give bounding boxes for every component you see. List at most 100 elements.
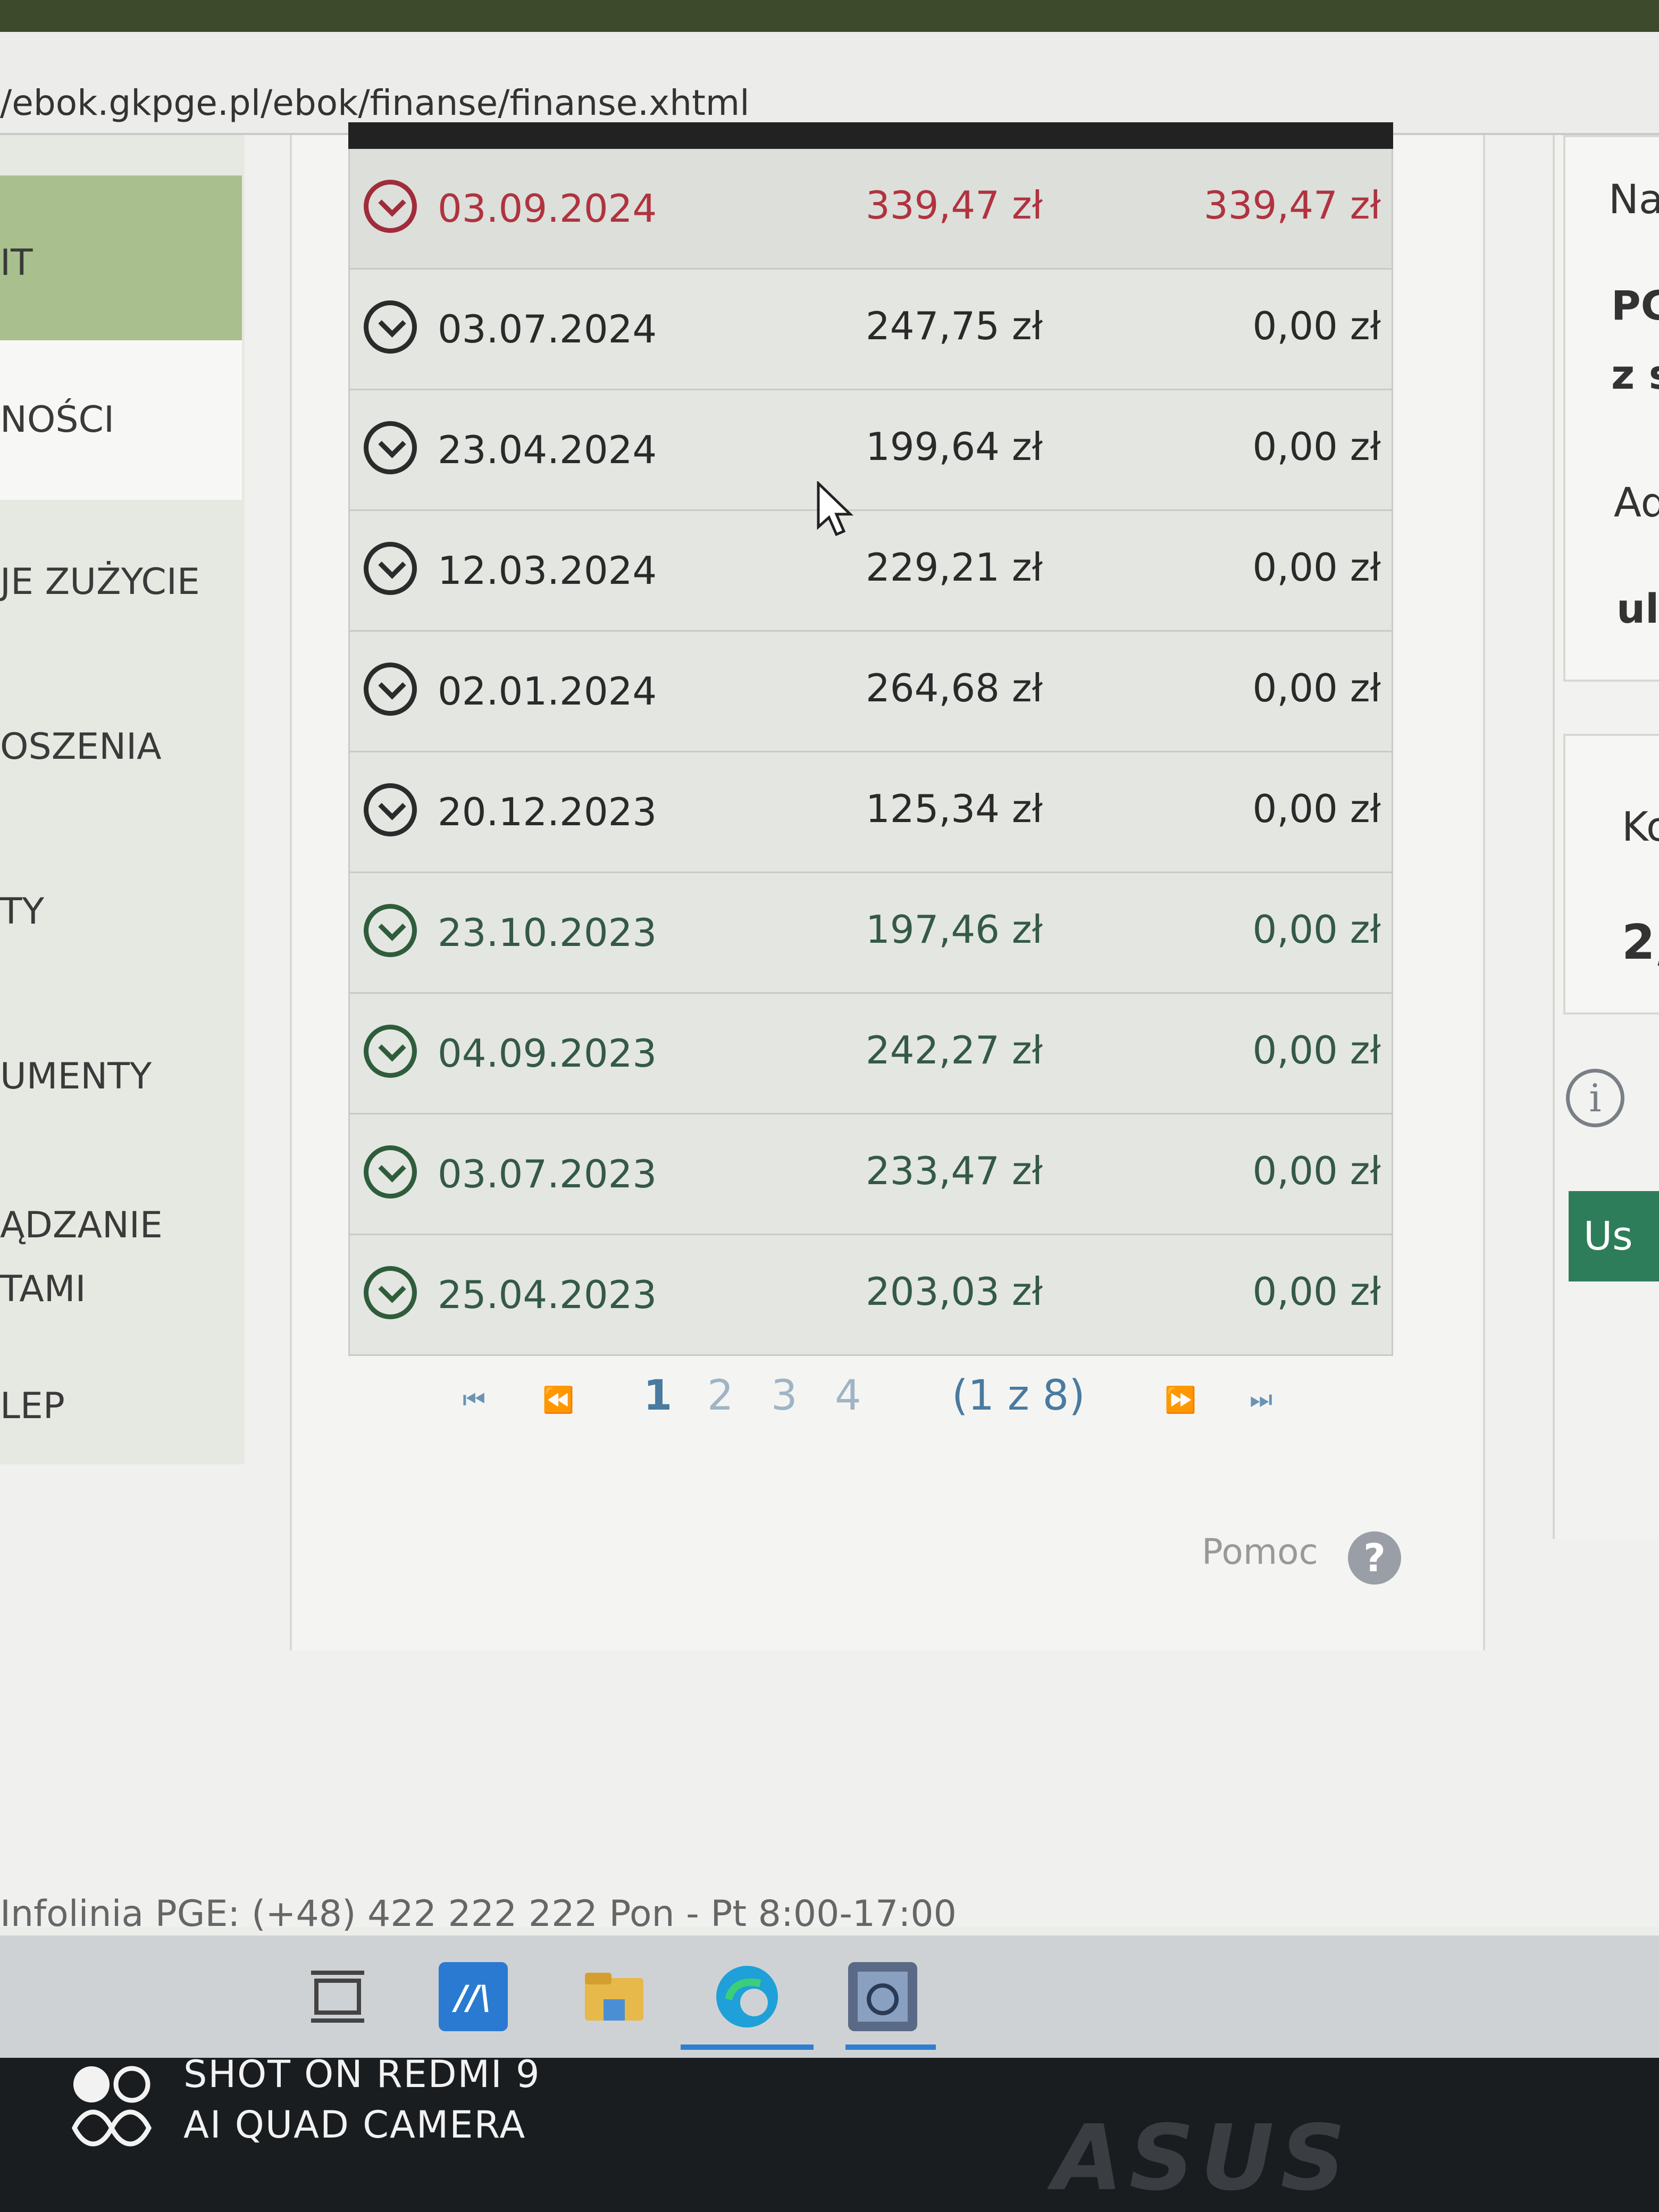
- page-summary: (1 z 8): [952, 1372, 1085, 1420]
- invoice-amount: 264,68 zł: [866, 666, 1043, 710]
- invoice-date: 23.04.2024: [438, 428, 657, 472]
- table-row[interactable]: 12.03.2024 229,21 zł 0,00 zł: [348, 511, 1393, 632]
- first-page-icon[interactable]: ⏮: [463, 1385, 485, 1415]
- right-panel-address: ul: [1616, 585, 1659, 632]
- sidebar-item-1[interactable]: IT: [0, 234, 33, 292]
- sidebar-active-item-bg: [0, 175, 242, 340]
- page-link-3[interactable]: 3: [771, 1372, 798, 1420]
- sidebar-item-2[interactable]: NOŚCI: [0, 391, 114, 449]
- invoice-amount: 229,21 zł: [866, 545, 1043, 590]
- amount-due: 0,00 zł: [1252, 666, 1381, 710]
- invoice-date: 02.01.2024: [438, 669, 657, 714]
- invoice-date: 20.12.2023: [438, 790, 657, 834]
- table-row[interactable]: 04.09.2023 242,27 zł 0,00 zł: [348, 994, 1393, 1115]
- right-panel-label-na: Na: [1608, 175, 1659, 223]
- mouse-cursor-icon: [817, 481, 853, 537]
- amount-due: 339,47 zł: [1203, 183, 1381, 228]
- invoice-date: 04.09.2023: [438, 1031, 657, 1076]
- right-panel-balance-label: Ko: [1622, 803, 1659, 850]
- table-row[interactable]: 03.09.2024 339,47 zł 339,47 zł: [348, 149, 1393, 270]
- amount-due: 0,00 zł: [1252, 424, 1381, 469]
- expand-chevron-icon[interactable]: [364, 1145, 417, 1199]
- right-panel-company: PG: [1611, 282, 1659, 329]
- table-row[interactable]: 23.10.2023 197,46 zł 0,00 zł: [348, 873, 1393, 994]
- table-row[interactable]: 03.07.2023 233,47 zł 0,00 zł: [348, 1115, 1393, 1235]
- right-panel-balance-value: 2,: [1622, 915, 1659, 970]
- url-text[interactable]: /ebok.gkpge.pl/ebok/finanse/finanse.xhtm…: [0, 82, 750, 123]
- task-view-icon[interactable]: [303, 1962, 372, 2031]
- page-link-2[interactable]: 2: [707, 1372, 734, 1420]
- table-row[interactable]: 23.04.2024 199,64 zł 0,00 zł: [348, 390, 1393, 511]
- expand-chevron-icon[interactable]: [364, 180, 417, 233]
- last-page-icon[interactable]: ⏭: [1250, 1385, 1272, 1415]
- expand-chevron-icon[interactable]: [364, 904, 417, 957]
- table-row[interactable]: 20.12.2023 125,34 zł 0,00 zł: [348, 752, 1393, 873]
- photo-app-icon[interactable]: [848, 1962, 917, 2031]
- amount-due: 0,00 zł: [1252, 907, 1381, 952]
- expand-chevron-icon[interactable]: [364, 1266, 417, 1319]
- page-link-4[interactable]: 4: [835, 1372, 861, 1420]
- invoice-amount: 203,03 zł: [866, 1269, 1043, 1314]
- sidebar-item-6[interactable]: UMENTY: [0, 1048, 152, 1106]
- invoice-amount: 199,64 zł: [866, 424, 1043, 469]
- page-link-1[interactable]: 1: [643, 1372, 672, 1420]
- table-row[interactable]: 02.01.2024 264,68 zł 0,00 zł: [348, 632, 1393, 752]
- sidebar-item-8[interactable]: LEP: [0, 1377, 65, 1436]
- table-header-bar: [348, 122, 1393, 149]
- invoice-amount: 339,47 zł: [866, 183, 1043, 228]
- table-row[interactable]: 25.04.2023 203,03 zł 0,00 zł: [348, 1235, 1393, 1356]
- expand-chevron-icon[interactable]: [364, 300, 417, 354]
- sidebar-item-7-line2[interactable]: TAMI: [0, 1260, 86, 1319]
- sidebar-item-7[interactable]: ĄDZANIE: [0, 1196, 163, 1255]
- app-icon[interactable]: //\: [439, 1962, 508, 2031]
- invoice-date: 25.04.2023: [438, 1272, 657, 1317]
- sidebar-item-4[interactable]: OSZENIA: [0, 718, 162, 776]
- amount-due: 0,00 zł: [1252, 545, 1381, 590]
- amount-due: 0,00 zł: [1252, 1269, 1381, 1314]
- edge-browser-icon[interactable]: [713, 1962, 782, 2031]
- info-icon[interactable]: i: [1566, 1069, 1624, 1127]
- expand-chevron-icon[interactable]: [364, 542, 417, 595]
- invoice-date: 12.03.2024: [438, 548, 657, 593]
- amount-due: 0,00 zł: [1252, 786, 1381, 831]
- right-panel-address-label: Ad: [1614, 479, 1659, 526]
- help-link[interactable]: Pomoc: [1202, 1531, 1318, 1572]
- invoice-date: 03.09.2024: [438, 186, 657, 231]
- svg-text://\: //\: [452, 1978, 491, 2017]
- amount-due: 0,00 zł: [1252, 1149, 1381, 1193]
- taskbar: [0, 1936, 1659, 2058]
- amount-due: 0,00 zł: [1252, 304, 1381, 348]
- right-panel-company-line2: z s: [1611, 351, 1659, 398]
- invoice-amount: 125,34 zł: [866, 786, 1043, 831]
- active-app-indicator: [681, 2045, 814, 2050]
- expand-chevron-icon[interactable]: [364, 1025, 417, 1078]
- help-icon[interactable]: ?: [1348, 1531, 1401, 1585]
- watermark-line-1: SHOT ON REDMI 9: [183, 2052, 541, 2096]
- invoice-date: 03.07.2023: [438, 1152, 657, 1196]
- invoice-date: 23.10.2023: [438, 910, 657, 955]
- sidebar-item-5[interactable]: TY: [0, 883, 44, 941]
- window-top-edge: [0, 0, 1659, 32]
- expand-chevron-icon[interactable]: [364, 663, 417, 716]
- table-row[interactable]: 03.07.2024 247,75 zł 0,00 zł: [348, 270, 1393, 390]
- invoice-amount: 197,46 zł: [866, 907, 1043, 952]
- sidebar-item-3[interactable]: JE ZUŻYCIE: [0, 553, 200, 611]
- screen: /ebok.gkpge.pl/ebok/finanse/finanse.xhtm…: [0, 0, 1659, 2058]
- device-brand-logo: ASUS: [1053, 2106, 1352, 2211]
- address-bar[interactable]: /ebok.gkpge.pl/ebok/finanse/finanse.xhtm…: [0, 32, 1659, 135]
- next-page-icon[interactable]: ⏩: [1164, 1385, 1196, 1415]
- invoice-amount: 247,75 zł: [866, 304, 1043, 348]
- active-app-indicator: [845, 2045, 936, 2050]
- amount-due: 0,00 zł: [1252, 1028, 1381, 1073]
- action-button[interactable]: Us: [1569, 1191, 1659, 1281]
- expand-chevron-icon[interactable]: [364, 421, 417, 474]
- previous-page-icon[interactable]: ⏪: [542, 1385, 574, 1415]
- watermark-line-2: AI QUAD CAMERA: [183, 2103, 526, 2147]
- camera-lens-logo-icon: [71, 2066, 152, 2147]
- file-explorer-icon[interactable]: [580, 1962, 649, 2031]
- hotline-footer: Infolinia PGE: (+48) 422 222 222 Pon - P…: [0, 1893, 957, 1935]
- expand-chevron-icon[interactable]: [364, 783, 417, 836]
- balance-card: [1563, 734, 1659, 1015]
- invoice-amount: 242,27 zł: [866, 1028, 1043, 1073]
- paginator: ⏮ ⏪ 1 2 3 4 (1 z 8) ⏩ ⏭: [463, 1367, 1313, 1425]
